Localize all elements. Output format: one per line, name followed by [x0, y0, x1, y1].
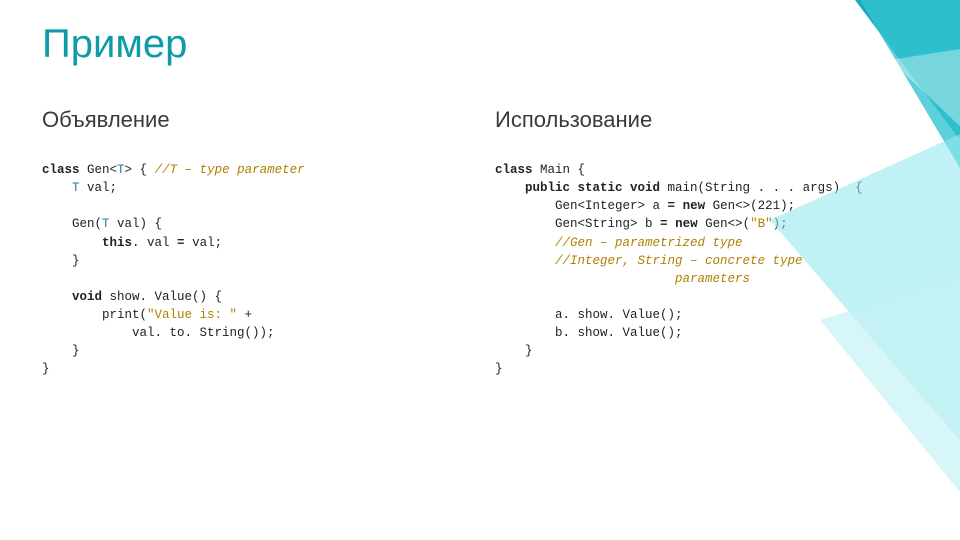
code-text: = [177, 236, 185, 250]
code-text: val; [80, 181, 118, 195]
code-text: T [117, 163, 125, 177]
code-text: Gen< [80, 163, 118, 177]
code-text: Gen<Integer> a [495, 199, 668, 213]
code-text: show. Value() { [102, 290, 222, 304]
code-text: Main { [533, 163, 586, 177]
code-text [668, 217, 676, 231]
code-text: } [42, 362, 50, 376]
code-text [42, 236, 102, 250]
code-text: new [675, 217, 698, 231]
columns: Объявление class Gen<T> { //T – type par… [42, 107, 918, 379]
code-text: } [42, 254, 80, 268]
code-text: class [42, 163, 80, 177]
code-text: > { [125, 163, 155, 177]
slide-title: Пример [42, 22, 918, 67]
code-text: //Gen – parametrized type [555, 236, 743, 250]
code-text: val; [185, 236, 223, 250]
code-text: public static void [525, 181, 660, 195]
code-text: new [683, 199, 706, 213]
code-text: Gen<String> b [495, 217, 660, 231]
code-text: class [495, 163, 533, 177]
code-text: T [72, 181, 80, 195]
code-text: parameters [675, 272, 750, 286]
code-text: "Value is: " [147, 308, 237, 322]
code-text: //Integer, String – concrete type [555, 254, 803, 268]
slide: Пример Объявление class Gen<T> { //T – t… [0, 0, 960, 540]
right-column: Использование class Main { public static… [495, 107, 918, 379]
code-text [42, 181, 72, 195]
code-text: + [237, 308, 252, 322]
left-code-block: class Gen<T> { //T – type parameter T va… [42, 161, 465, 379]
left-column: Объявление class Gen<T> { //T – type par… [42, 107, 465, 379]
code-text: = [660, 217, 668, 231]
code-text: main(String . . . args) { [660, 181, 863, 195]
right-code-block: class Main { public static void main(Str… [495, 161, 918, 379]
code-text [675, 199, 683, 213]
code-text: } [495, 362, 503, 376]
code-text: val. to. String()); [42, 326, 275, 340]
code-text: Gen( [42, 217, 102, 231]
code-text: print( [42, 308, 147, 322]
code-text: b. show. Value(); [495, 326, 683, 340]
code-text: } [42, 344, 80, 358]
code-text: this [102, 236, 132, 250]
code-text [495, 254, 555, 268]
code-text: Gen<>(221); [705, 199, 795, 213]
code-text: Gen<>( [698, 217, 751, 231]
code-text [495, 236, 555, 250]
code-text [42, 290, 72, 304]
code-text: val) { [110, 217, 163, 231]
code-text: = [668, 199, 676, 213]
code-text: ); [773, 217, 788, 231]
code-text [495, 272, 675, 286]
code-text: a. show. Value(); [495, 308, 683, 322]
code-text: void [72, 290, 102, 304]
code-text: //T – type parameter [155, 163, 305, 177]
code-text: "B" [750, 217, 773, 231]
left-heading: Объявление [42, 107, 465, 133]
right-heading: Использование [495, 107, 918, 133]
code-text [495, 181, 525, 195]
code-text: T [102, 217, 110, 231]
code-text: } [495, 344, 533, 358]
code-text: . val [132, 236, 177, 250]
